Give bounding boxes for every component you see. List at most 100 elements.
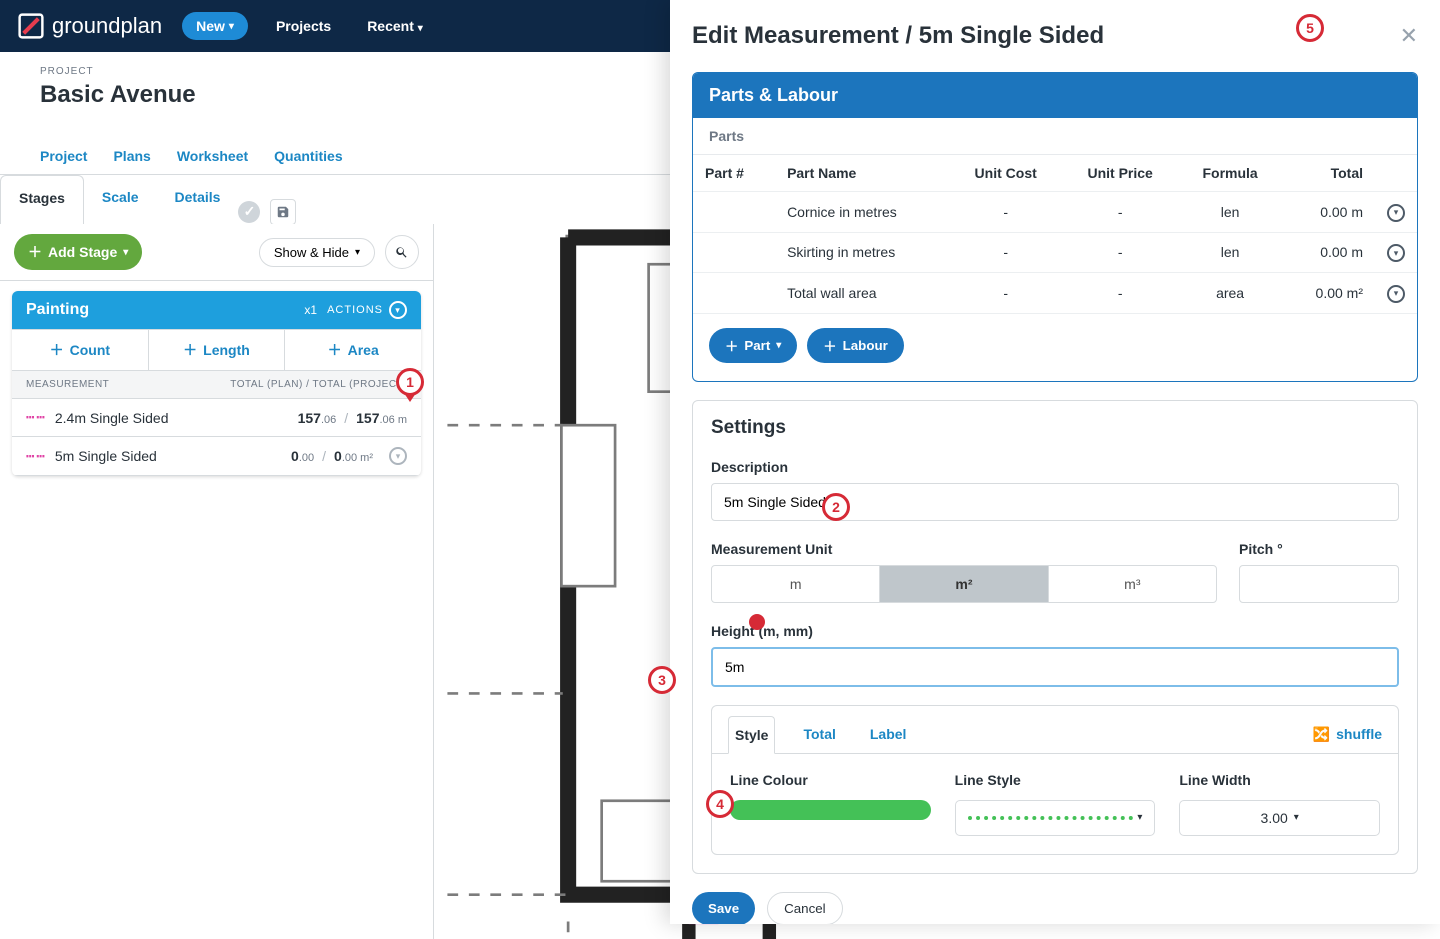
part-name: Cornice in metres [775,192,949,233]
callout-5: 5 [1296,14,1324,42]
table-row[interactable]: Total wall area - - area 0.00 m² ▾ [693,273,1417,314]
caret-down-icon: ▾ [229,21,234,32]
line-preview-icon [968,816,1134,820]
cla-length-label: Length [203,342,250,358]
tab-total[interactable]: Total [797,716,841,753]
left-toolbar: ＋ Add Stage ▾ Show & Hide ▾ [0,224,433,281]
search-button[interactable] [385,235,419,269]
panel-title: Edit Measurement / 5m Single Sided [692,22,1104,50]
line-width-select[interactable]: 3.00 ▾ [1179,800,1380,836]
measurement-swatch-icon: ┅┅ [26,448,47,465]
meas-header-left: measurement [26,379,109,390]
nav-recent[interactable]: Recent ▾ [359,12,431,40]
callout-2: 2 [822,493,850,521]
stage-card: Painting x1 ACTIONS ▾ ＋Count ＋Length ＋Ar… [12,291,421,476]
tab-project[interactable]: Project [40,148,87,174]
check-circle-icon[interactable]: ✓ [238,201,260,223]
plus-icon: ＋ [823,336,836,355]
tab-details[interactable]: Details [157,175,239,224]
add-part-button[interactable]: ＋ Part ▾ [709,328,797,363]
cla-area[interactable]: ＋Area [285,330,421,370]
line-colour-label: Line Colour [730,772,931,788]
shuffle-label: shuffle [1336,726,1382,742]
left-panel: ＋ Add Stage ▾ Show & Hide ▾ Painting x1 [0,224,434,939]
measurement-row[interactable]: ┅┅ 2.4m Single Sided 157.06 / 157.06 m [12,399,421,437]
tab-label[interactable]: Label [864,716,913,753]
line-style-select[interactable]: ▾ [955,800,1156,836]
unit-segment: m m² m³ [711,565,1217,603]
unit-m3[interactable]: m³ [1049,566,1216,602]
description-input[interactable] [711,483,1399,521]
col-formula: Formula [1178,155,1281,192]
table-row[interactable]: Skirting in metres - - len 0.00 m ▾ [693,232,1417,273]
measurement-swatch-icon: ┅┅ [26,409,47,426]
unit-m2[interactable]: m² [880,566,1048,602]
cla-length[interactable]: ＋Length [149,330,286,370]
add-part-label: Part [744,338,770,353]
chevron-down-icon[interactable]: ▾ [389,447,407,465]
height-input[interactable] [711,647,1399,687]
nav-projects[interactable]: Projects [268,12,339,40]
part-price: - [1062,273,1179,314]
new-button-label: New [196,18,225,34]
caret-down-icon: ▾ [1137,812,1142,823]
chevron-down-icon[interactable]: ▾ [1387,244,1405,262]
pitch-label: Pitch ° [1239,541,1399,557]
plan-val-sm: .06 [321,414,336,426]
shuffle-icon: 🔀 [1313,726,1330,743]
cancel-button[interactable]: Cancel [767,892,843,925]
add-labour-button[interactable]: ＋ Labour [807,328,904,363]
col-unitcost: Unit Cost [949,155,1061,192]
caret-down-icon: ▾ [123,247,128,258]
part-total: 0.00 m² [1282,273,1375,314]
plan-val-sm: .00 [299,452,314,464]
caret-down-icon: ▾ [776,340,781,351]
tab-stages[interactable]: Stages [0,175,84,225]
tab-scale[interactable]: Scale [84,175,157,224]
plus-icon: ＋ [328,340,342,360]
pitch-input[interactable] [1239,565,1399,603]
col-partname: Part Name [775,155,949,192]
cla-count[interactable]: ＋Count [12,330,149,370]
line-width-value: 3.00 [1261,810,1288,826]
tab-style[interactable]: Style [728,716,775,754]
part-price: - [1062,192,1179,233]
show-hide-button[interactable]: Show & Hide ▾ [259,238,375,267]
caret-down-icon: ▾ [1294,812,1299,823]
tab-quantities[interactable]: Quantities [274,148,342,174]
new-button[interactable]: New ▾ [182,12,248,40]
project-tabs: Project Plans Worksheet Quantities [40,148,343,174]
line-style-label: Line Style [955,772,1156,788]
stage-header[interactable]: Painting x1 ACTIONS ▾ [12,291,421,329]
part-name: Total wall area [775,273,949,314]
close-button[interactable]: ✕ [1400,23,1418,49]
count-length-area-tabs: ＋Count ＋Length ＋Area [12,329,421,371]
add-stage-button[interactable]: ＋ Add Stage ▾ [14,234,142,270]
callout-1: 1 [396,368,424,396]
measurement-values: 0.00 / 0.00 m² ▾ [291,447,407,465]
stage-actions-button[interactable]: ACTIONS ▾ [327,301,407,319]
shuffle-button[interactable]: 🔀 shuffle [1313,726,1382,743]
unit-m[interactable]: m [712,566,880,602]
col-total: Total [1282,155,1375,192]
description-label: Description [711,459,1399,475]
settings-title: Settings [693,401,1417,439]
part-cost: - [949,232,1061,273]
line-colour-picker[interactable] [730,800,931,820]
save-button[interactable]: Save [692,892,755,925]
part-formula: len [1178,192,1281,233]
plan-val-big: 0 [291,448,299,464]
chevron-down-icon[interactable]: ▾ [1387,204,1405,222]
nav-recent-label: Recent [367,18,414,34]
measurement-row[interactable]: ┅┅ 5m Single Sided 0.00 / 0.00 m² ▾ [12,437,421,476]
save-icon[interactable] [270,199,296,225]
table-row[interactable]: Cornice in metres - - len 0.00 m ▾ [693,192,1417,233]
part-name: Skirting in metres [775,232,949,273]
tab-worksheet[interactable]: Worksheet [177,148,248,174]
tab-plans[interactable]: Plans [113,148,150,174]
logo-icon [18,13,44,39]
secondary-icons: ✓ [238,199,308,225]
chevron-down-icon[interactable]: ▾ [1387,285,1405,303]
parts-table: Part # Part Name Unit Cost Unit Price Fo… [693,155,1417,314]
cla-count-label: Count [70,342,110,358]
